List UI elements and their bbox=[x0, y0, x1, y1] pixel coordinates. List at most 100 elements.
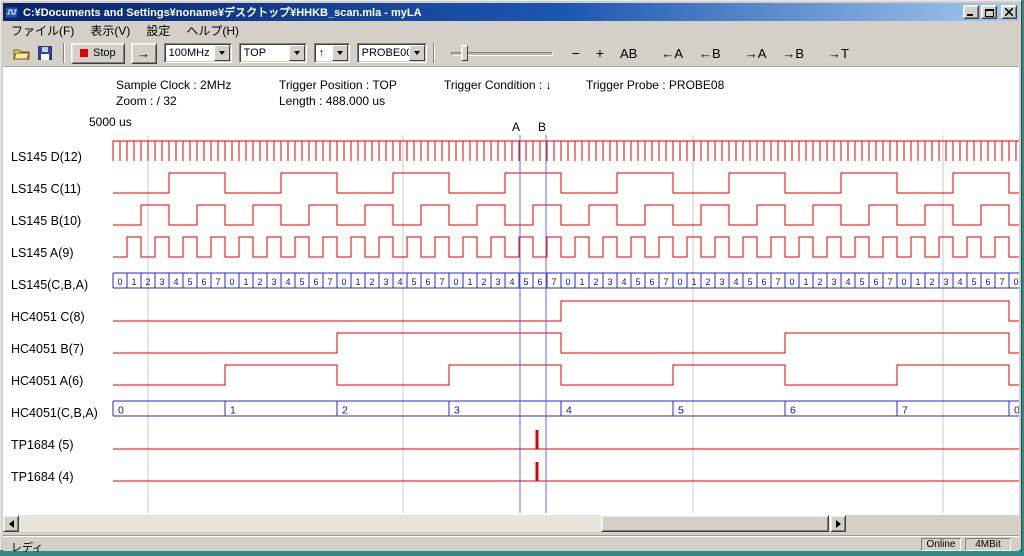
dropdown-arrow-icon bbox=[337, 51, 343, 55]
bus-value: 2 bbox=[705, 277, 710, 287]
goto-trigger-button[interactable]: →T bbox=[821, 42, 856, 64]
bus-value: 5 bbox=[747, 277, 752, 287]
probe-value: PROBE00 bbox=[358, 47, 409, 59]
goto-b-next-button[interactable]: →B bbox=[775, 42, 811, 64]
bus-value: 4 bbox=[957, 277, 962, 287]
bus-value: 5 bbox=[411, 277, 416, 287]
bus-value: 1 bbox=[915, 277, 920, 287]
probe-combo[interactable]: PROBE00 bbox=[357, 43, 427, 63]
bus-value: 7 bbox=[775, 277, 780, 287]
goto-a-prev-button[interactable]: ←A bbox=[654, 42, 690, 64]
bus-value: 4 bbox=[733, 277, 738, 287]
waveform-panel: Sample Clock : 2MHz Trigger Position : T… bbox=[3, 67, 1019, 515]
sample-rate-dropdown-button[interactable] bbox=[214, 45, 230, 61]
dropdown-arrow-icon bbox=[219, 51, 225, 55]
bus-value: 4 bbox=[397, 277, 402, 287]
zoom-slider[interactable] bbox=[451, 44, 553, 62]
waveform-trace-1 bbox=[113, 173, 1019, 193]
bus-value: 7 bbox=[887, 277, 892, 287]
bus-value: 2 bbox=[257, 277, 262, 287]
waveform-trace-7 bbox=[113, 365, 1019, 385]
menu-item-2[interactable]: 表示(V) bbox=[82, 20, 138, 41]
bus-value: 7 bbox=[327, 277, 332, 287]
waveform-trace-0 bbox=[113, 141, 1019, 161]
bus-value: 7 bbox=[999, 277, 1004, 287]
toolbar-separator bbox=[63, 43, 65, 63]
run-button[interactable]: → bbox=[131, 43, 157, 64]
bus-value: 0 bbox=[453, 277, 458, 287]
bus-value: 3 bbox=[454, 405, 460, 417]
toolbar: Stop → 100MHz TOP ↑ PROBE00 − + AB ←A bbox=[3, 40, 1019, 67]
scrollbar-row bbox=[3, 515, 1019, 533]
trigger-condition-info: Trigger Condition : ↓ bbox=[444, 78, 552, 92]
bus-value: 1 bbox=[691, 277, 696, 287]
bus-value: 4 bbox=[173, 277, 178, 287]
bus-value: 5 bbox=[859, 277, 864, 287]
bus-value: 7 bbox=[215, 277, 220, 287]
bus-value: 0 bbox=[341, 277, 346, 287]
save-file-button[interactable] bbox=[33, 42, 57, 64]
trigger-pos-dropdown-button[interactable] bbox=[289, 45, 305, 61]
bus-value: 6 bbox=[761, 277, 766, 287]
menu-item-1[interactable]: ファイル(F) bbox=[3, 20, 82, 41]
maximize-icon bbox=[985, 8, 994, 17]
trigger-position-info: Trigger Position : TOP bbox=[279, 78, 397, 92]
bus-value: 1 bbox=[803, 277, 808, 287]
bus-value: 0 bbox=[229, 277, 234, 287]
bus-value: 5 bbox=[299, 277, 304, 287]
bus-value: 1 bbox=[355, 277, 360, 287]
scroll-right-icon bbox=[836, 520, 841, 528]
toolbar-separator bbox=[433, 43, 435, 63]
trigger-edge-dropdown-button[interactable] bbox=[332, 45, 348, 61]
bus-value: 3 bbox=[607, 277, 612, 287]
bus-value: 6 bbox=[425, 277, 430, 287]
bus-value: 0 bbox=[1013, 277, 1018, 287]
zoom-out-button[interactable]: − bbox=[565, 42, 587, 64]
scroll-left-button[interactable] bbox=[3, 515, 19, 532]
bus-value: 4 bbox=[285, 277, 290, 287]
scroll-right-button[interactable] bbox=[830, 515, 846, 532]
open-folder-icon bbox=[13, 47, 30, 60]
length-info: Length : 488.000 us bbox=[279, 94, 385, 108]
menu-bar: ファイル(F)表示(V)設定ヘルプ(H) bbox=[3, 21, 1019, 40]
sample-rate-combo[interactable]: 100MHz bbox=[164, 43, 232, 63]
trigger-pos-combo[interactable]: TOP bbox=[239, 43, 307, 63]
ab-range-button[interactable]: AB bbox=[613, 42, 644, 64]
status-memory-badge: 4MBit bbox=[965, 538, 1011, 551]
menu-item-3[interactable]: 設定 bbox=[138, 20, 178, 41]
trigger-edge-combo[interactable]: ↑ bbox=[314, 43, 350, 63]
minimize-button[interactable] bbox=[963, 5, 979, 19]
menu-item-4[interactable]: ヘルプ(H) bbox=[178, 20, 247, 41]
waveform-plot: 5000 usLS145 D(12)LS145 C(11)LS145 B(10)… bbox=[3, 109, 1019, 515]
bus-value: 6 bbox=[649, 277, 654, 287]
title-bar[interactable]: C:¥Documents and Settings¥noname¥デスクトップ¥… bbox=[3, 3, 1019, 21]
zoom-info: Zoom : / 32 bbox=[116, 94, 177, 108]
goto-a-next-button[interactable]: →A bbox=[738, 42, 774, 64]
horizontal-scrollbar[interactable] bbox=[3, 515, 846, 532]
bus-value: 7 bbox=[439, 277, 444, 287]
save-floppy-icon bbox=[38, 46, 52, 60]
close-button[interactable] bbox=[1001, 5, 1017, 19]
channel-label: HC4051 A(6) bbox=[11, 374, 83, 388]
dropdown-arrow-icon bbox=[294, 51, 300, 55]
bus-value: 5 bbox=[635, 277, 640, 287]
stop-button[interactable]: Stop bbox=[71, 43, 125, 64]
channel-label: LS145 A(9) bbox=[11, 246, 74, 260]
channel-label: HC4051 B(7) bbox=[11, 342, 84, 356]
probe-dropdown-button[interactable] bbox=[409, 45, 425, 61]
bus-value: 0 bbox=[1014, 405, 1019, 417]
zoom-in-button[interactable]: + bbox=[589, 42, 611, 64]
bus-value: 7 bbox=[663, 277, 668, 287]
zoom-slider-thumb[interactable] bbox=[461, 45, 468, 61]
channel-label: TP1684 (5) bbox=[11, 438, 74, 452]
goto-b-prev-button[interactable]: ←B bbox=[692, 42, 728, 64]
maximize-button[interactable] bbox=[981, 5, 997, 19]
bus-value: 0 bbox=[117, 277, 122, 287]
open-file-button[interactable] bbox=[9, 42, 33, 64]
trigger-probe-info: Trigger Probe : PROBE08 bbox=[586, 78, 724, 92]
bus-value: 2 bbox=[342, 405, 348, 417]
bus-value: 2 bbox=[145, 277, 150, 287]
bus-value: 0 bbox=[789, 277, 794, 287]
bus-value: 0 bbox=[677, 277, 682, 287]
scrollbar-thumb[interactable] bbox=[601, 515, 829, 532]
